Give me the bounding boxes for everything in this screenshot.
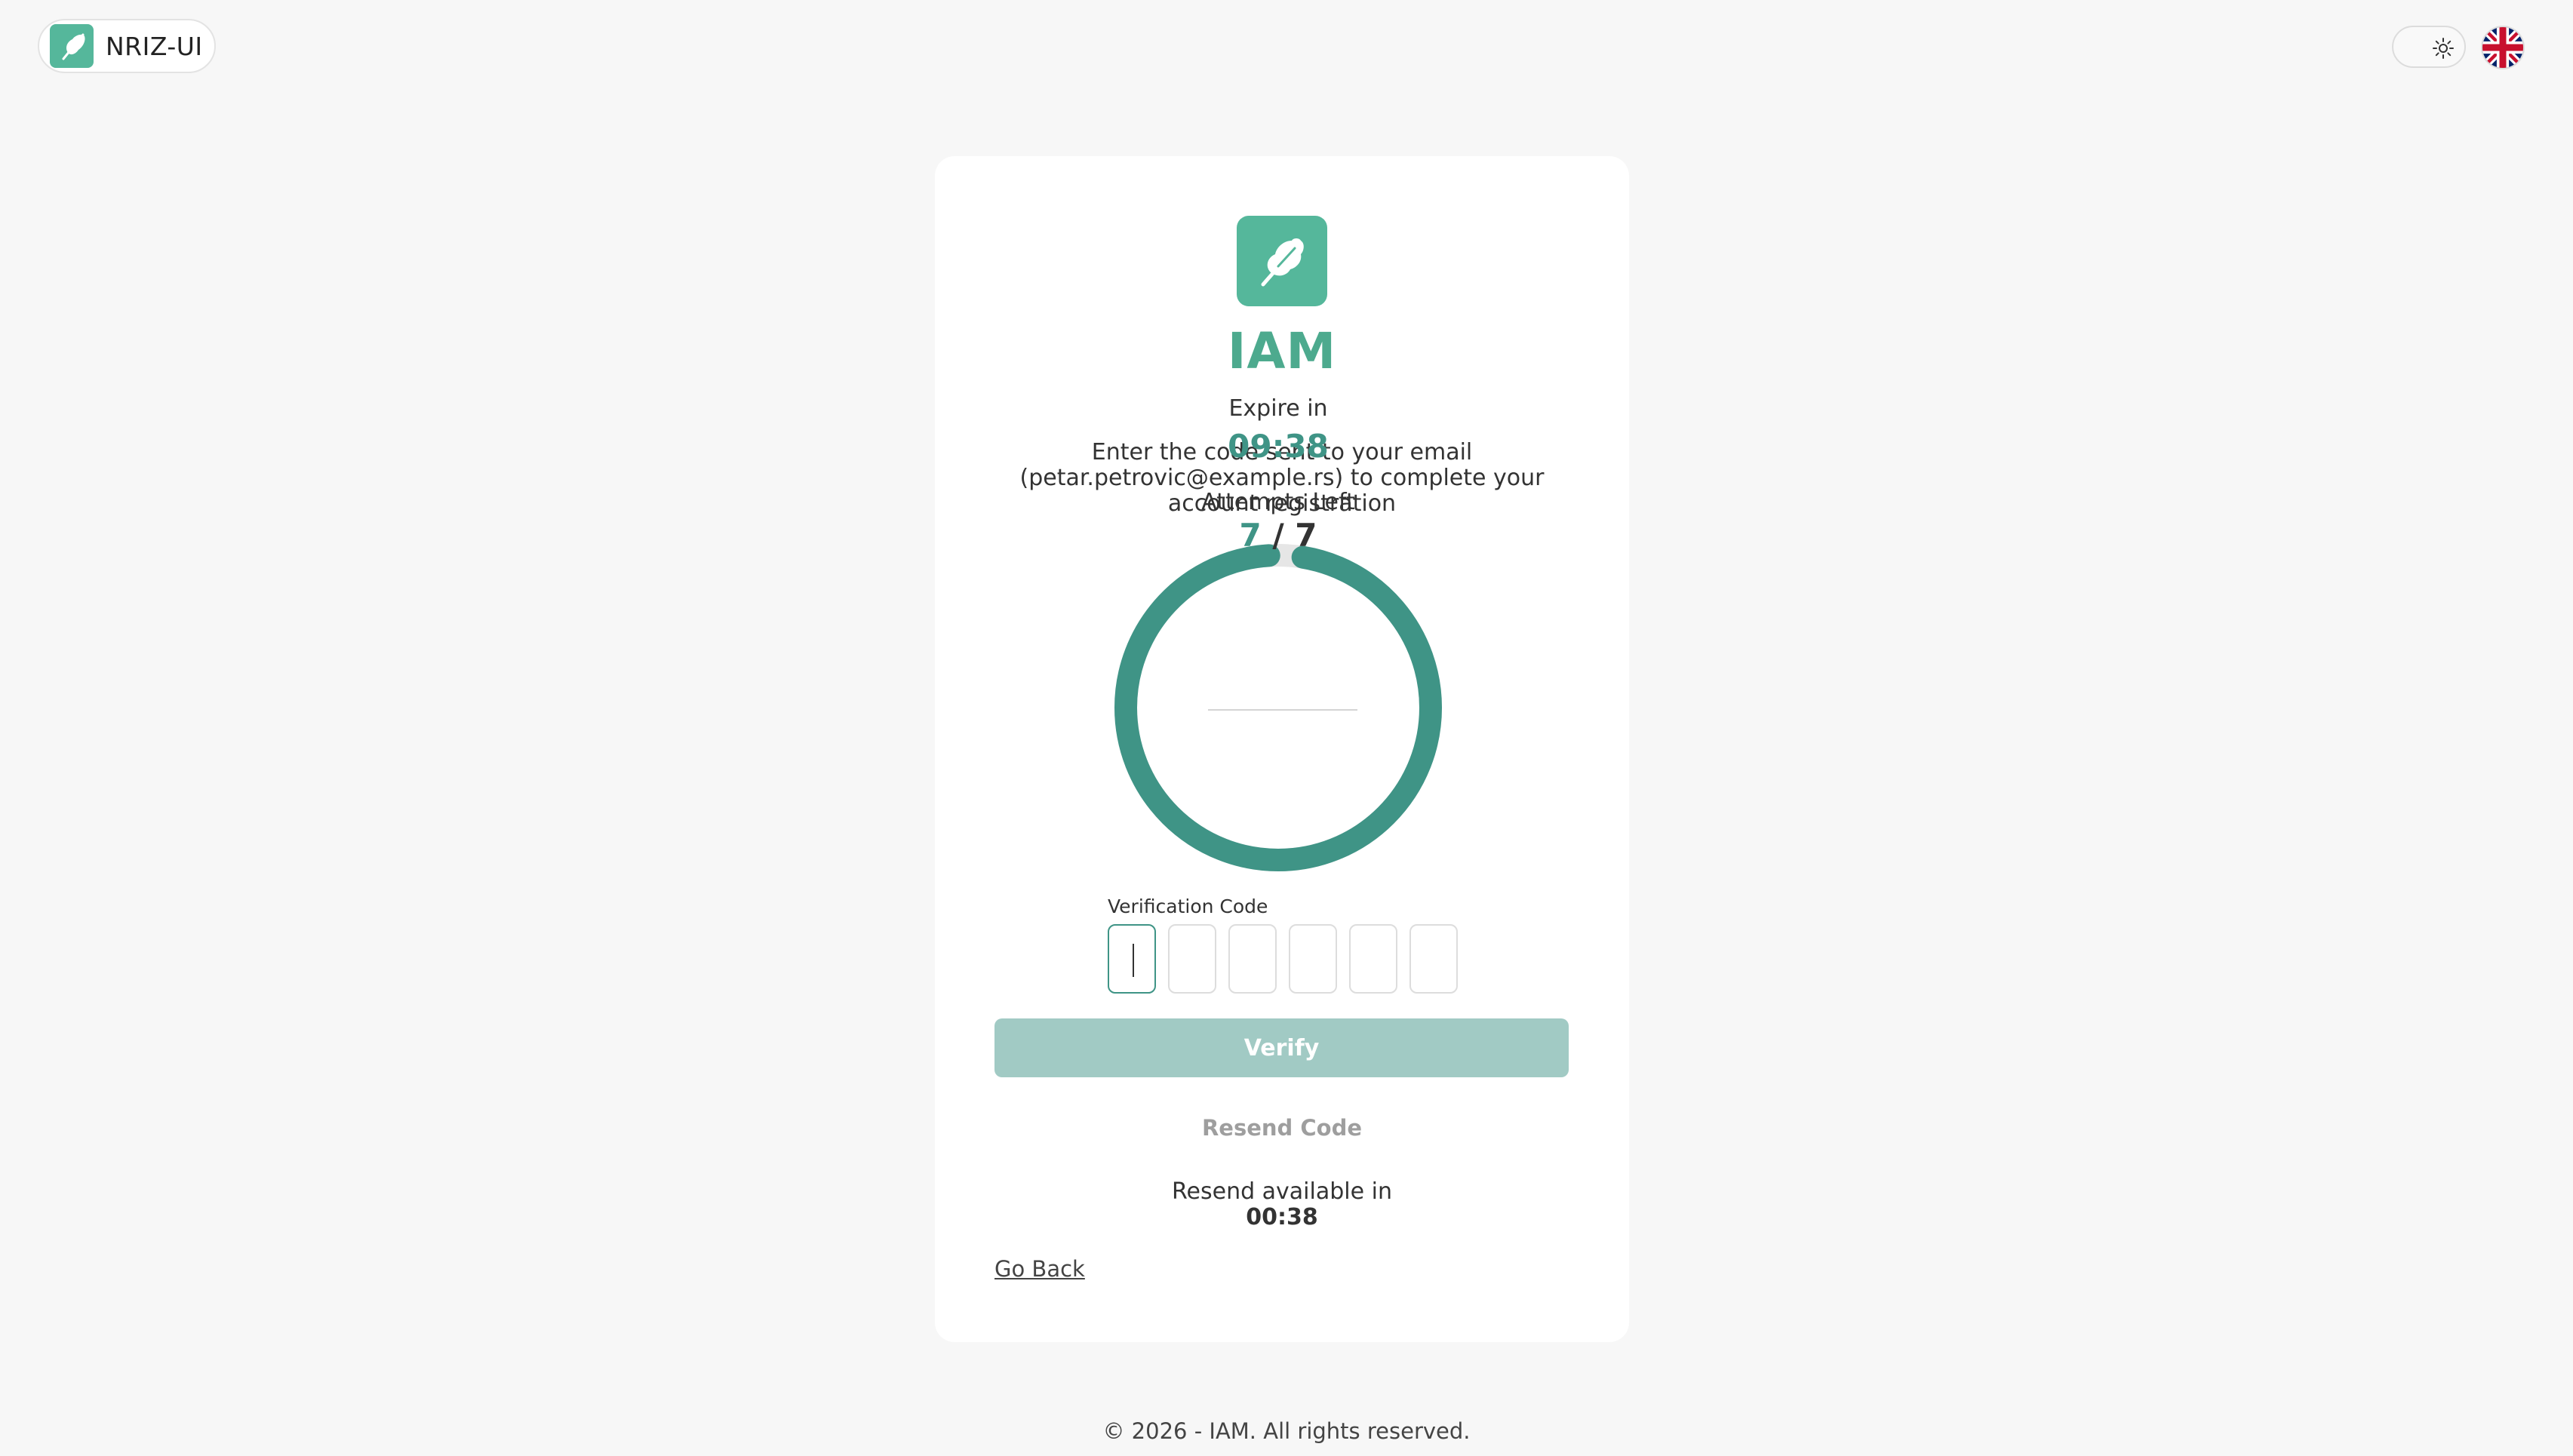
code-digit-4[interactable] — [1289, 924, 1337, 994]
resend-info-text: Resend available in — [1172, 1178, 1392, 1205]
code-digit-5[interactable] — [1349, 924, 1397, 994]
resend-code-button[interactable]: Resend Code — [935, 1115, 1629, 1141]
verification-code-inputs — [1108, 924, 1458, 994]
attempts-counter: 7 / 7 — [1114, 517, 1443, 554]
code-digit-1[interactable] — [1108, 924, 1156, 994]
resend-countdown: 00:38 — [1246, 1204, 1318, 1230]
brand-name: NRIZ-UI — [106, 31, 203, 61]
ring-divider — [1208, 709, 1357, 711]
code-digit-2[interactable] — [1168, 924, 1216, 994]
footer-copyright: © 2026 - IAM. All rights reserved. — [1102, 1418, 1471, 1444]
expire-label: Expire in — [1228, 395, 1328, 422]
verify-button[interactable]: Verify — [994, 1018, 1569, 1077]
expiry-progress-ring — [1114, 543, 1443, 872]
expire-countdown: 09:38 — [1228, 428, 1329, 465]
verification-card: IAM Enter the code sent to your email (p… — [935, 156, 1629, 1342]
text-caret — [1133, 944, 1134, 977]
brand-home-link[interactable]: NRIZ-UI — [38, 19, 216, 73]
progress-arc — [1114, 544, 1442, 871]
attempts-label: Attempts Left — [1201, 489, 1355, 515]
code-digit-6[interactable] — [1409, 924, 1458, 994]
sun-icon — [2430, 35, 2457, 62]
code-digit-3[interactable] — [1228, 924, 1277, 994]
oak-leaf-icon — [1237, 216, 1327, 306]
oak-leaf-icon — [50, 24, 94, 68]
theme-toggle[interactable] — [2392, 26, 2466, 68]
go-back-link[interactable]: Go Back — [994, 1256, 1085, 1282]
app-title: IAM — [1227, 322, 1337, 380]
uk-flag-icon — [2482, 27, 2523, 68]
attempts-separator: / — [1272, 517, 1284, 554]
attempts-left: 7 — [1239, 517, 1262, 554]
resend-timer: Resend available in 00:38 — [935, 1179, 1629, 1230]
language-switcher[interactable] — [2481, 26, 2525, 69]
attempts-total: 7 — [1295, 517, 1317, 554]
verification-code-label: Verification Code — [1108, 895, 1268, 917]
